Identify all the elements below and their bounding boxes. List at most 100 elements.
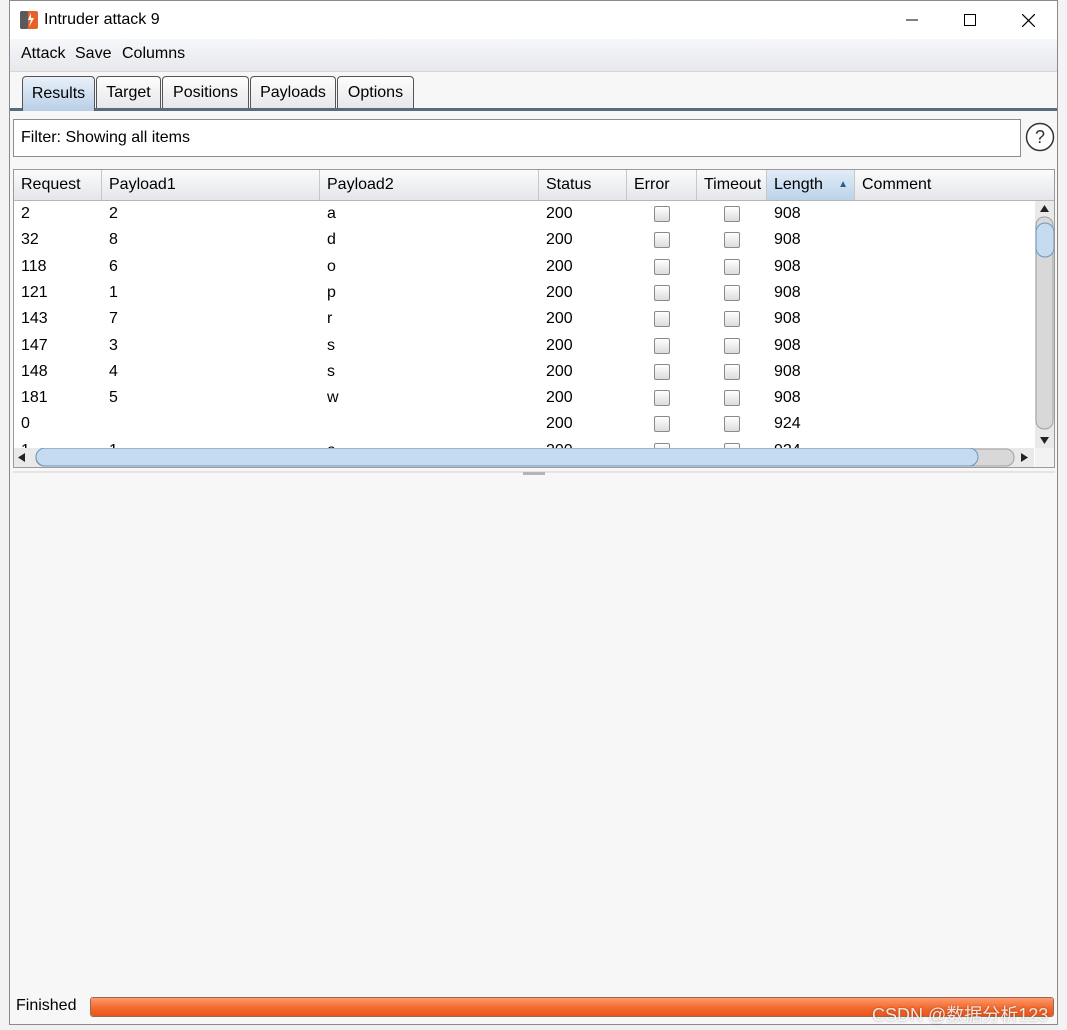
column-header-timeout[interactable]: Timeout — [697, 170, 767, 200]
cell-request: 121 — [21, 283, 48, 301]
cell-comment — [855, 306, 862, 332]
maximize-icon — [964, 14, 976, 26]
cell-request: 148 — [21, 362, 48, 380]
tab-target[interactable]: Target — [96, 76, 161, 108]
cell-payload2: a — [327, 205, 336, 222]
cell-payload2: d — [327, 231, 336, 249]
error-checkbox — [654, 337, 670, 354]
table-row[interactable]: 1 1 a 200 924 — [14, 438, 1034, 448]
timeout-checkbox — [724, 206, 740, 222]
column-header-payload1[interactable]: Payload1 — [102, 170, 320, 200]
svg-text:?: ? — [1035, 127, 1045, 147]
cell-status: 200 — [546, 336, 573, 354]
cell-comment — [855, 385, 862, 411]
tab-payloads[interactable]: Payloads — [250, 76, 336, 108]
table-header: Request Payload1 Payload2 Status Error T… — [14, 170, 1054, 201]
cell-length: 908 — [774, 231, 801, 249]
table-row[interactable]: 2 2 a 200 908 — [14, 201, 1034, 227]
minimize-button[interactable] — [883, 1, 941, 39]
cell-payload2: p — [327, 283, 336, 301]
cell-request: 1 — [14, 438, 30, 448]
column-header-error[interactable]: Error — [627, 170, 697, 200]
window-title: Intruder attack 9 — [44, 11, 160, 28]
cell-payload1: 3 — [109, 336, 118, 354]
cell-length: 908 — [774, 362, 801, 380]
tab-payloads-label: Payloads — [260, 83, 326, 101]
timeout-checkbox — [724, 390, 740, 407]
error-checkbox — [654, 363, 670, 380]
cell-length: 908 — [774, 283, 801, 301]
cell-payload2: r — [327, 310, 333, 328]
intruder-attack-window: Intruder attack 9 Attack Save Columns Re… — [9, 0, 1058, 1025]
tab-results[interactable]: Results — [22, 76, 95, 111]
cell-status: 200 — [546, 283, 573, 301]
table-row[interactable]: 181 5 w 200 908 — [14, 385, 1034, 411]
tab-bar: Results Target Positions Payloads Option… — [10, 72, 1057, 112]
table-row[interactable]: 121 1 p 200 908 — [14, 280, 1034, 306]
tab-target-label: Target — [106, 83, 151, 101]
burp-logo-icon — [20, 11, 38, 29]
error-checkbox — [654, 206, 670, 222]
menu-attack[interactable]: Attack — [21, 45, 65, 63]
split-pane-divider[interactable] — [13, 471, 1055, 477]
timeout-checkbox — [724, 232, 740, 249]
column-header-length[interactable]: Length ▲ — [767, 170, 855, 200]
tab-results-label: Results — [31, 85, 86, 102]
cell-length: 908 — [774, 336, 801, 354]
cell-status: 200 — [546, 257, 573, 275]
cell-status: 200 — [546, 415, 573, 433]
minimize-icon — [906, 19, 918, 21]
table-row[interactable]: 32 8 d 200 908 — [14, 227, 1034, 253]
table-row[interactable]: 118 6 o 200 908 — [14, 254, 1034, 280]
cell-comment — [855, 201, 862, 227]
maximize-button[interactable] — [941, 1, 999, 39]
timeout-checkbox — [724, 363, 740, 380]
timeout-checkbox — [724, 258, 740, 275]
table-row[interactable]: 147 3 s 200 908 — [14, 333, 1034, 359]
cell-status: 200 — [546, 362, 573, 380]
column-header-payload2[interactable]: Payload2 — [320, 170, 539, 200]
cell-payload1: 8 — [109, 231, 118, 249]
horizontal-scrollbar[interactable] — [14, 448, 1034, 467]
timeout-checkbox — [724, 337, 740, 354]
table-row[interactable]: 143 7 r 200 908 — [14, 306, 1034, 332]
cell-request: 118 — [21, 257, 47, 275]
error-checkbox — [654, 416, 670, 433]
cell-status: 200 — [546, 310, 573, 328]
column-header-status[interactable]: Status — [539, 170, 627, 200]
column-header-request[interactable]: Request — [14, 170, 102, 200]
title-bar: Intruder attack 9 — [10, 1, 1057, 39]
cell-status: 200 — [546, 231, 573, 249]
cell-length: 908 — [774, 389, 801, 407]
cell-request: 143 — [21, 310, 48, 328]
cell-length: 924 — [767, 438, 801, 448]
vertical-scrollbar[interactable] — [1035, 201, 1054, 448]
cell-payload2 — [320, 411, 327, 437]
cell-comment — [855, 227, 862, 253]
cell-comment — [855, 359, 862, 385]
error-checkbox — [654, 232, 670, 249]
table-row[interactable]: 148 4 s 200 908 — [14, 359, 1034, 385]
cell-request: 32 — [21, 231, 39, 249]
status-label: Finished — [16, 997, 77, 1014]
table-row[interactable]: 0 200 924 — [14, 411, 1034, 437]
timeout-checkbox — [724, 284, 740, 301]
cell-length: 908 — [774, 205, 801, 222]
filter-bar[interactable]: Filter: Showing all items — [13, 119, 1021, 157]
filter-text: Filter: Showing all items — [21, 129, 190, 146]
cell-payload1: 5 — [109, 389, 118, 407]
tab-positions-label: Positions — [173, 83, 238, 101]
close-button[interactable] — [999, 1, 1057, 39]
cell-comment — [855, 438, 862, 448]
column-header-length-label: Length — [774, 176, 823, 193]
tab-options[interactable]: Options — [337, 76, 414, 108]
menu-columns[interactable]: Columns — [122, 45, 185, 63]
cell-comment — [855, 333, 862, 359]
cell-status: 200 — [546, 205, 573, 222]
column-header-comment[interactable]: Comment — [855, 170, 1054, 200]
timeout-checkbox — [724, 416, 740, 433]
menu-save[interactable]: Save — [75, 45, 111, 63]
cell-payload1: 6 — [109, 257, 118, 275]
help-icon[interactable]: ? — [1025, 122, 1055, 152]
tab-positions[interactable]: Positions — [162, 76, 249, 108]
